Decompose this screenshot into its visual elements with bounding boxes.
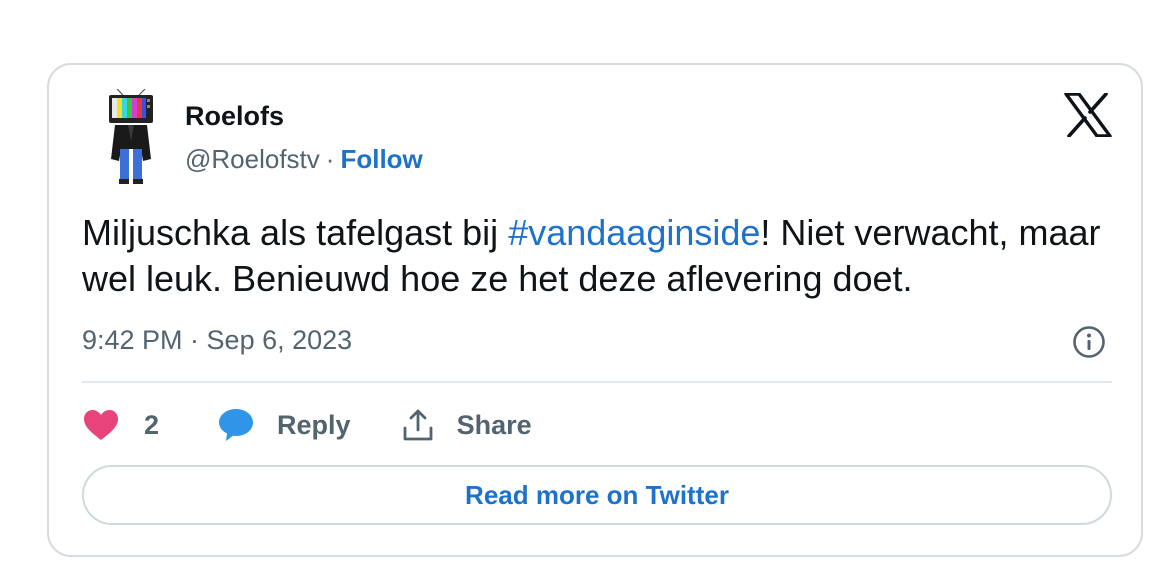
tweet-card: Roelofs @Roelofstv · Follow Miljuschka als… bbox=[47, 63, 1143, 557]
separator-dot: · bbox=[325, 144, 335, 174]
avatar[interactable] bbox=[107, 89, 155, 185]
hashtag-link[interactable]: #vandaaginside bbox=[508, 212, 760, 253]
share-upload-icon bbox=[403, 409, 432, 441]
action-bar: 2 Reply Share bbox=[82, 403, 532, 447]
author-handle-row: @Roelofstv · Follow bbox=[185, 144, 423, 175]
speech-bubble-icon bbox=[219, 409, 254, 441]
author-name[interactable]: Roelofs bbox=[185, 101, 284, 132]
read-more-button[interactable]: Read more on Twitter bbox=[82, 465, 1112, 525]
share-label: Share bbox=[456, 409, 532, 440]
x-logo-icon[interactable] bbox=[1064, 93, 1112, 137]
heart-icon bbox=[84, 410, 118, 440]
divider bbox=[82, 381, 1112, 383]
reply-label: Reply bbox=[277, 409, 351, 440]
info-icon[interactable] bbox=[1072, 325, 1106, 359]
like-count: 2 bbox=[144, 409, 160, 440]
tweet-timestamp[interactable]: 9:42 PM · Sep 6, 2023 bbox=[82, 325, 352, 356]
share-button[interactable]: Share bbox=[401, 408, 532, 442]
tweet-text: Miljuschka als tafelgast bij #vandaagins… bbox=[82, 210, 1122, 302]
like-button[interactable]: 2 bbox=[82, 408, 159, 442]
follow-button[interactable]: Follow bbox=[340, 144, 422, 174]
author-handle[interactable]: @Roelofstv bbox=[185, 144, 320, 174]
tweet-text-start: Miljuschka als tafelgast bij bbox=[82, 212, 509, 253]
reply-button[interactable]: Reply bbox=[217, 407, 351, 443]
